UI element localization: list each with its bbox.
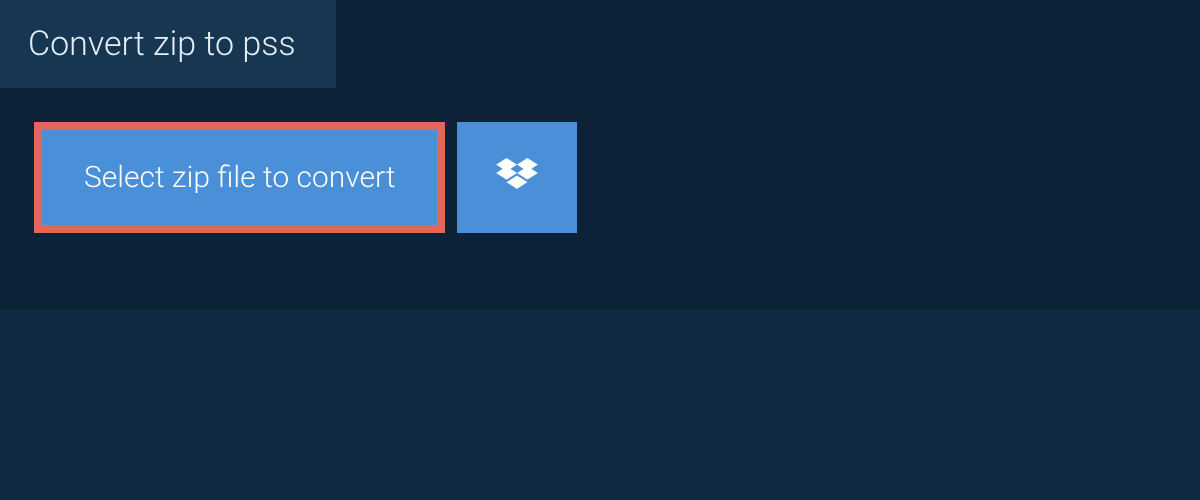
dropbox-button[interactable] [457,122,577,233]
content-area: Select zip file to convert [0,88,1200,267]
select-file-button[interactable]: Select zip file to convert [34,122,445,233]
tab-header: Convert zip to pss [0,0,336,88]
tab-title: Convert zip to pss [28,24,296,64]
converter-panel: Convert zip to pss Select zip file to co… [0,0,1200,310]
dropbox-icon [496,158,538,198]
select-file-label: Select zip file to convert [84,160,395,195]
